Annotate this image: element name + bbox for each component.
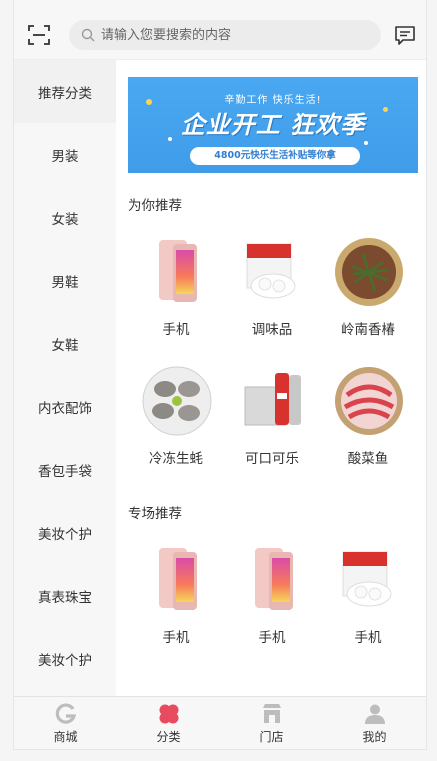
tab-label: 我的 bbox=[362, 730, 387, 744]
bottom-tab-bar: 商城 分类 门店 我的 bbox=[14, 696, 426, 749]
product-name: 手机 bbox=[162, 322, 190, 338]
product-item[interactable]: 手机 bbox=[320, 544, 416, 654]
sidebar-item-beauty-2[interactable]: 美妆个护 bbox=[14, 627, 116, 690]
sidebar-item-label: 美妆个护 bbox=[38, 652, 92, 669]
sidebar-item-beauty[interactable]: 美妆个护 bbox=[14, 501, 116, 564]
banner-headline: 企业开工 狂欢季 bbox=[180, 111, 366, 139]
product-name: 手机 bbox=[258, 630, 286, 646]
fish-plate-image bbox=[335, 367, 403, 435]
tab-label: 商城 bbox=[53, 730, 78, 744]
product-item[interactable]: 手机 bbox=[128, 544, 224, 654]
tab-profile[interactable]: 我的 bbox=[323, 697, 426, 749]
product-name: 手机 bbox=[162, 630, 190, 646]
sidebar-item-label: 女装 bbox=[51, 211, 79, 228]
sidebar-item-label: 美妆个护 bbox=[38, 526, 92, 543]
category-icon bbox=[159, 704, 179, 724]
toona-basket-image bbox=[335, 238, 403, 306]
main-content: 辛勤工作 快乐生活! 企业开工 狂欢季 4800元快乐生活补贴等你拿 为你推荐 … bbox=[116, 60, 426, 696]
sidebar-item-recommend[interactable]: 推荐分类 bbox=[14, 60, 116, 123]
sidebar-item-womenswear[interactable]: 女装 bbox=[14, 186, 116, 249]
mall-icon bbox=[55, 703, 77, 724]
product-name: 手机 bbox=[354, 630, 382, 646]
product-item[interactable]: 可口可乐 bbox=[224, 365, 320, 475]
sugar-box-image bbox=[342, 551, 392, 607]
sidebar-item-label: 香包手袋 bbox=[38, 463, 92, 480]
category-sidebar: 推荐分类 男装 女装 男鞋 女鞋 内衣配饰 香包手袋 美妆个护 真表珠宝 美妆个… bbox=[14, 60, 116, 696]
scan-icon[interactable] bbox=[28, 24, 50, 46]
banner-subtitle: 4800元快乐生活补贴等你拿 bbox=[190, 147, 360, 165]
promo-banner[interactable]: 辛勤工作 快乐生活! 企业开工 狂欢季 4800元快乐生活补贴等你拿 bbox=[128, 77, 418, 173]
product-item[interactable]: 酸菜鱼 bbox=[320, 365, 416, 475]
message-icon[interactable] bbox=[394, 24, 416, 46]
sidebar-item-womens-shoes[interactable]: 女鞋 bbox=[14, 312, 116, 375]
product-name: 调味品 bbox=[251, 322, 293, 338]
phone-image bbox=[159, 548, 197, 610]
tab-category[interactable]: 分类 bbox=[117, 697, 220, 749]
product-name: 冷冻生蚝 bbox=[149, 451, 203, 467]
oyster-plate-image bbox=[142, 366, 212, 436]
tab-label: 门店 bbox=[259, 730, 284, 744]
product-name: 岭南香椿 bbox=[341, 322, 395, 338]
sidebar-item-label: 男鞋 bbox=[51, 274, 79, 291]
sidebar-item-jewelry[interactable]: 真表珠宝 bbox=[14, 564, 116, 627]
search-box[interactable] bbox=[69, 20, 381, 50]
product-item[interactable]: 冷冻生蚝 bbox=[128, 365, 224, 475]
tab-label: 分类 bbox=[156, 730, 181, 744]
search-icon bbox=[81, 28, 95, 42]
banner-slogan: 辛勤工作 快乐生活! bbox=[224, 95, 322, 106]
product-item[interactable]: 手机 bbox=[224, 544, 320, 654]
sidebar-item-label: 男装 bbox=[51, 148, 79, 165]
product-item[interactable]: 手机 bbox=[128, 236, 224, 346]
phone-image bbox=[159, 240, 197, 302]
app-frame: 推荐分类 男装 女装 男鞋 女鞋 内衣配饰 香包手袋 美妆个护 真表珠宝 美妆个… bbox=[13, 0, 427, 750]
section-title-special: 专场推荐 bbox=[128, 506, 182, 522]
top-bar bbox=[14, 0, 426, 60]
phone-image bbox=[255, 548, 293, 610]
product-name: 酸菜鱼 bbox=[347, 451, 389, 467]
cola-pack-image bbox=[244, 373, 301, 426]
confetti-dot bbox=[364, 141, 368, 145]
tab-mall[interactable]: 商城 bbox=[14, 697, 117, 749]
product-item[interactable]: 调味品 bbox=[224, 236, 320, 346]
section-title-recommend: 为你推荐 bbox=[128, 198, 182, 214]
sidebar-item-label: 女鞋 bbox=[51, 337, 79, 354]
sidebar-item-bags[interactable]: 香包手袋 bbox=[14, 438, 116, 501]
sidebar-item-label: 真表珠宝 bbox=[38, 589, 92, 606]
tab-store[interactable]: 门店 bbox=[220, 697, 323, 749]
sidebar-item-underwear[interactable]: 内衣配饰 bbox=[14, 375, 116, 438]
product-name: 可口可乐 bbox=[245, 451, 299, 467]
sidebar-item-label: 内衣配饰 bbox=[38, 400, 92, 417]
product-item[interactable]: 岭南香椿 bbox=[320, 236, 416, 346]
search-input[interactable] bbox=[101, 20, 371, 50]
sidebar-item-menswear[interactable]: 男装 bbox=[14, 123, 116, 186]
user-icon bbox=[365, 704, 385, 724]
sidebar-item-mens-shoes[interactable]: 男鞋 bbox=[14, 249, 116, 312]
sugar-box-image bbox=[246, 243, 296, 299]
store-icon bbox=[263, 704, 281, 723]
sidebar-item-label: 推荐分类 bbox=[38, 85, 92, 102]
